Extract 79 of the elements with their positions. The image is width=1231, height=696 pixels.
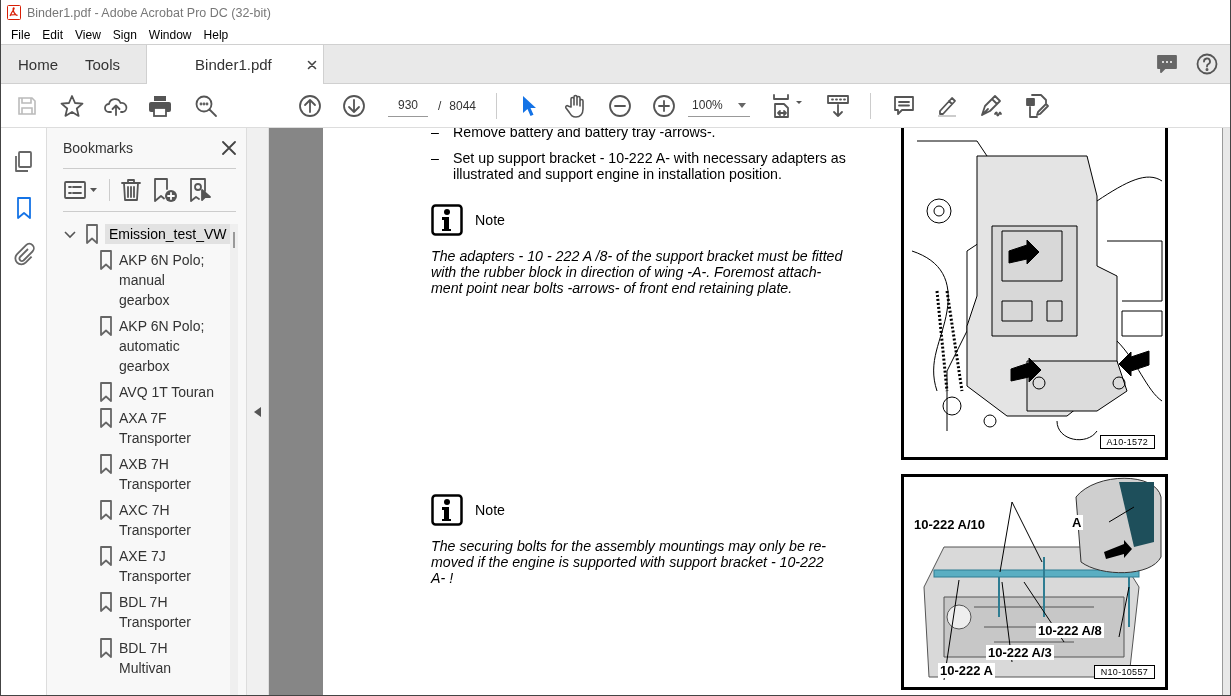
figure-code: N10-10557 <box>1093 665 1155 679</box>
tab[interactable]: Binder1.pdf <box>146 45 325 84</box>
bookmark-icon <box>99 250 113 270</box>
bookmark-icon <box>99 454 113 474</box>
bookmark-icon <box>99 316 113 336</box>
bookmark-item[interactable]: AXC 7H Transporter <box>119 500 219 540</box>
menu-item[interactable]: View <box>69 27 107 42</box>
close-icon[interactable] <box>307 59 318 70</box>
menu-item[interactable]: Help <box>197 27 235 42</box>
bookmark-icon <box>99 592 113 612</box>
note-text: with the rubber block in direction of wing -A-. Foremost attach- <box>431 264 823 280</box>
menu-item[interactable]: Sign <box>106 27 143 42</box>
note-text: ment point near bolts -arrows- of front end retaining plate. <box>431 280 794 296</box>
bookmark-icon <box>99 408 113 428</box>
page-total: 8044 <box>449 98 477 113</box>
zoom-in-icon[interactable] <box>652 93 677 118</box>
bookmark-item[interactable]: Emission_test_VW <box>105 224 231 244</box>
acrobat-logo-icon <box>7 5 21 20</box>
note-text: The adapters - 10 - 222 A /8- of the support bracket must be fitted <box>431 248 844 264</box>
bookmark-icon <box>99 500 113 520</box>
window-title: Binder1.pdf - Adobe Acrobat Pro DC (32-bit) <box>27 5 271 20</box>
edit-document-icon[interactable] <box>1025 92 1052 119</box>
collapse-arrow-icon[interactable] <box>254 406 261 417</box>
bookmark-icon <box>99 638 113 658</box>
scroll-mode-icon[interactable] <box>826 93 851 118</box>
trash-icon[interactable] <box>120 178 142 202</box>
tab[interactable]: Tools <box>68 45 131 83</box>
callout-label: 10-222 A/10 <box>912 517 988 532</box>
info-icon <box>431 494 463 526</box>
bookmark-item[interactable]: BDL 7H Transporter <box>119 592 219 632</box>
note-text: The securing bolts for the assembly mountings may only be re- <box>431 538 828 554</box>
bookmark-icon <box>99 382 113 402</box>
bookmark-search-icon[interactable] <box>188 177 214 203</box>
page-number-field[interactable]: 930 <box>388 94 428 117</box>
tab[interactable]: Home <box>1 45 68 83</box>
callout-label: A <box>1070 515 1084 530</box>
bookmark-item[interactable]: AKP 6N Polo; manual gearbox <box>119 250 219 310</box>
zoom-field[interactable]: 100% <box>688 94 751 117</box>
close-icon[interactable] <box>222 141 236 155</box>
callout-label: 10-222 A/8 <box>1036 623 1104 638</box>
printer-icon[interactable] <box>148 94 172 117</box>
panel-title: Bookmarks <box>63 140 134 156</box>
options-menu-icon[interactable] <box>63 179 99 201</box>
note-text: A- ! <box>431 570 455 586</box>
note-title: Note <box>475 212 505 228</box>
bookmark-item[interactable]: BDL 7H Multivan <box>119 638 219 678</box>
note-text: moved if the engine is supported with support bracket - 10-222 <box>431 554 825 570</box>
note-title: Note <box>475 502 505 518</box>
bookmark-icon <box>85 224 99 244</box>
help-icon[interactable] <box>1196 53 1218 75</box>
callout-label: 10-222 A <box>938 663 995 678</box>
menu-item[interactable]: Window <box>142 27 198 42</box>
scrollbar[interactable] <box>230 224 238 695</box>
menu-item[interactable]: Edit <box>36 27 70 42</box>
comment-icon[interactable] <box>893 94 916 117</box>
comment-bubble-icon[interactable] <box>1156 54 1178 74</box>
star-icon[interactable] <box>60 93 84 118</box>
step-bullet: – <box>431 150 440 168</box>
menu-item[interactable]: File <box>5 27 37 42</box>
pointer-icon[interactable] <box>521 94 538 117</box>
bookmark-item[interactable]: AKP 6N Polo; automatic gearbox <box>119 316 219 376</box>
step-text: Set up support bracket - 10-222 A- with necessary adapters as illustrated and support engine in installation position. <box>453 150 847 182</box>
zoom-out-icon[interactable] <box>608 93 633 118</box>
info-icon <box>431 204 463 236</box>
bookmark-item[interactable]: AXE 7J Transporter <box>119 546 219 586</box>
scrollbar[interactable] <box>1222 128 1230 695</box>
page-separator: / <box>438 98 442 113</box>
figure-code: A10-1572 <box>1099 435 1155 449</box>
step-bullet: – <box>431 128 440 140</box>
fit-page-icon[interactable] <box>772 92 805 119</box>
bookmark-item[interactable]: AVQ 1T Touran <box>119 382 219 402</box>
bookmark-item[interactable]: AXA 7F Transporter <box>119 408 219 448</box>
zoom-search-icon[interactable] <box>194 93 218 118</box>
bookmark-item[interactable]: AXB 7H Transporter <box>119 454 219 494</box>
callout-label: 10-222 A/3 <box>986 645 1054 660</box>
bookmark-icon <box>99 546 113 566</box>
paperclip-icon[interactable] <box>11 242 36 266</box>
caret-icon <box>738 102 747 108</box>
add-bookmark-icon[interactable] <box>152 177 178 203</box>
